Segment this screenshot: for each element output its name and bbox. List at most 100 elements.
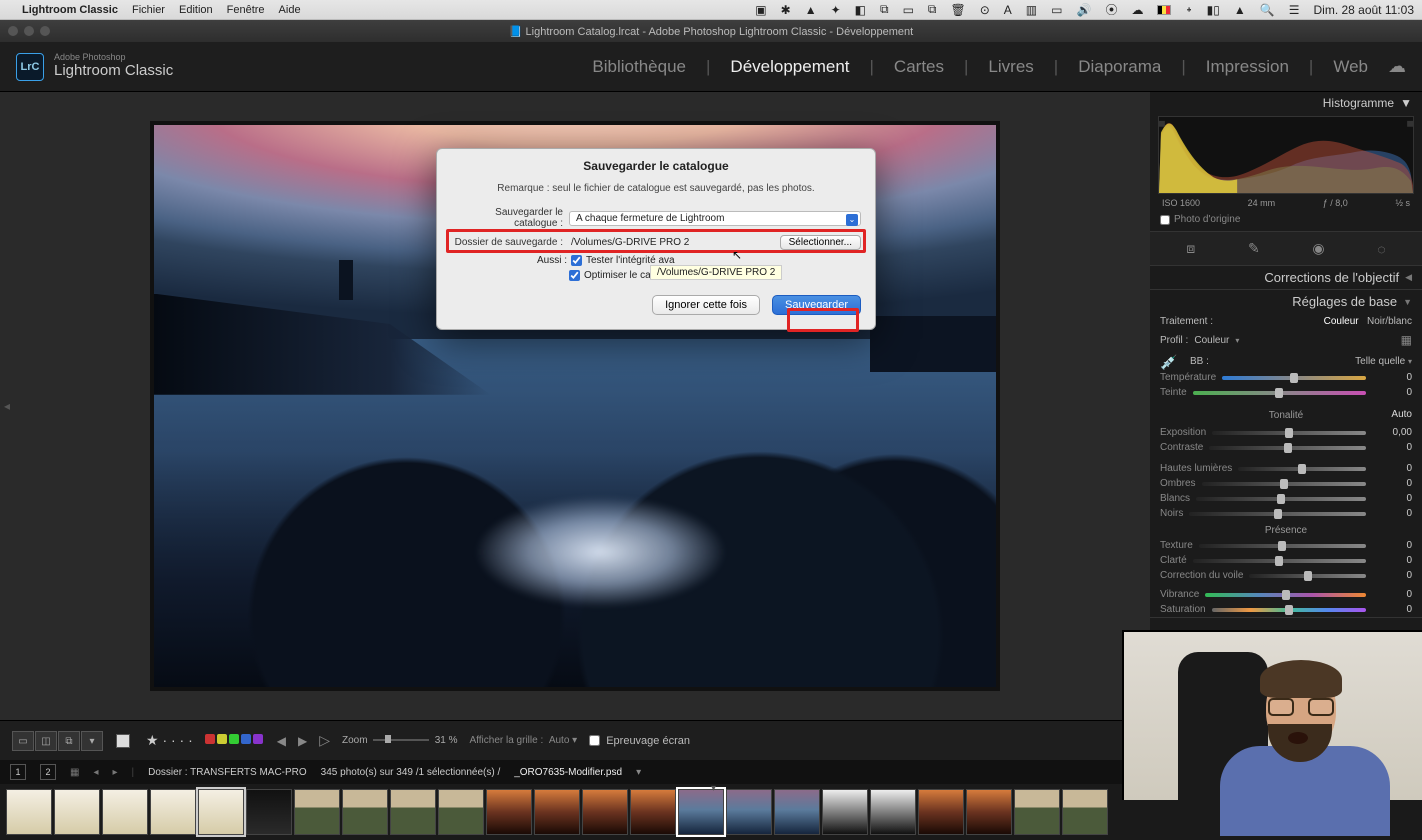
secondary-display-2[interactable]: 2: [40, 764, 56, 780]
crop-tool-icon[interactable]: ⧈: [1186, 240, 1195, 257]
module-developpement[interactable]: Développement: [730, 57, 849, 77]
prev-photo-button[interactable]: ◀: [277, 734, 286, 748]
filmstrip-thumb[interactable]: [1014, 789, 1060, 835]
texture-slider[interactable]: [1199, 544, 1366, 548]
grid-view-icon[interactable]: ▦: [70, 767, 79, 778]
saturation-value[interactable]: 0: [1372, 604, 1412, 615]
status-icon[interactable]: ⊙: [980, 3, 990, 17]
filmstrip-thumb[interactable]: [102, 789, 148, 835]
profile-value[interactable]: Couleur: [1194, 335, 1229, 346]
dropdown-icon[interactable]: ▾: [1408, 357, 1412, 366]
menu-edit[interactable]: Edition: [179, 4, 213, 16]
heal-tool-icon[interactable]: ✎: [1248, 240, 1260, 257]
app-menu[interactable]: Lightroom Classic: [22, 4, 118, 16]
temperature-slider[interactable]: [1222, 376, 1366, 380]
highlights-slider[interactable]: [1238, 467, 1366, 471]
chevron-down-icon[interactable]: ▼: [1403, 297, 1412, 307]
dropdown-icon[interactable]: ▾: [1235, 336, 1239, 345]
exposure-value[interactable]: 0,00: [1372, 427, 1412, 438]
texture-value[interactable]: 0: [1372, 540, 1412, 551]
filmstrip-thumb[interactable]: [822, 789, 868, 835]
filmstrip-thumb[interactable]: [966, 789, 1012, 835]
backup-schedule-dropdown[interactable]: A chaque fermeture de Lightroom ⌄: [569, 211, 861, 226]
vibrance-value[interactable]: 0: [1372, 589, 1412, 600]
module-impression[interactable]: Impression: [1206, 57, 1289, 77]
menubar-clock[interactable]: Dim. 28 août 11:03: [1313, 3, 1414, 17]
dehaze-value[interactable]: 0: [1372, 570, 1412, 581]
profile-browser-icon[interactable]: ▦: [1401, 333, 1412, 347]
control-center-icon[interactable]: ☰: [1289, 3, 1300, 17]
before-after-icon[interactable]: [116, 734, 130, 748]
search-icon[interactable]: 🔍: [1260, 3, 1275, 17]
status-icon[interactable]: ▣: [755, 3, 766, 17]
menu-window[interactable]: Fenêtre: [227, 4, 265, 16]
filmstrip-thumb[interactable]: [390, 789, 436, 835]
status-icon[interactable]: A: [1004, 3, 1012, 17]
histogram-panel-title[interactable]: Histogramme: [1323, 96, 1394, 110]
window-controls[interactable]: [8, 26, 50, 36]
blacks-slider[interactable]: [1189, 512, 1366, 516]
clarity-slider[interactable]: [1193, 559, 1366, 563]
nav-back-icon[interactable]: ◂: [93, 767, 98, 778]
filmstrip-thumb[interactable]: [294, 789, 340, 835]
source-folder-label[interactable]: Dossier : TRANSFERTS MAC-PRO: [148, 767, 307, 778]
lens-corrections-title[interactable]: Corrections de l'objectif: [1264, 270, 1399, 285]
tint-value[interactable]: 0: [1372, 387, 1412, 398]
filmstrip-thumb[interactable]: [438, 789, 484, 835]
blacks-value[interactable]: 0: [1372, 508, 1412, 519]
test-integrity-checkbox[interactable]: [571, 255, 582, 266]
optimize-catalog-checkbox[interactable]: [569, 270, 580, 281]
module-web[interactable]: Web: [1333, 57, 1368, 77]
temperature-value[interactable]: 0: [1372, 372, 1412, 383]
whites-value[interactable]: 0: [1372, 493, 1412, 504]
module-diaporama[interactable]: Diaporama: [1078, 57, 1161, 77]
menu-help[interactable]: Aide: [279, 4, 301, 16]
filmstrip-thumb[interactable]: [1062, 789, 1108, 835]
filmstrip-thumb[interactable]: [246, 789, 292, 835]
module-cartes[interactable]: Cartes: [894, 57, 944, 77]
module-livres[interactable]: Livres: [988, 57, 1033, 77]
status-icon[interactable]: ✦: [831, 3, 841, 17]
zoom-slider[interactable]: [373, 739, 429, 741]
status-icon[interactable]: ⧉: [928, 2, 937, 17]
highlights-value[interactable]: 0: [1372, 463, 1412, 474]
secondary-display-1[interactable]: 1: [10, 764, 26, 780]
skip-backup-button[interactable]: Ignorer cette fois: [652, 295, 760, 315]
input-source-flag-icon[interactable]: [1157, 5, 1171, 15]
masking-tool-icon[interactable]: ◌: [1377, 241, 1385, 257]
filmstrip-thumb[interactable]: [726, 789, 772, 835]
filmstrip-thumb[interactable]: [582, 789, 628, 835]
filmstrip-thumb[interactable]: [774, 789, 820, 835]
wb-preset[interactable]: Telle quelle: [1355, 356, 1405, 367]
redeye-tool-icon[interactable]: ◉: [1312, 240, 1324, 257]
status-icon[interactable]: ◧: [855, 3, 866, 17]
battery-icon[interactable]: ▮▯: [1207, 3, 1220, 17]
filmstrip-thumb[interactable]: [54, 789, 100, 835]
chevron-down-icon[interactable]: ▼: [1400, 96, 1412, 110]
cloud-sync-icon[interactable]: ☁: [1388, 56, 1406, 77]
clarity-value[interactable]: 0: [1372, 555, 1412, 566]
whites-slider[interactable]: [1196, 497, 1366, 501]
contrast-slider[interactable]: [1209, 446, 1366, 450]
vibrance-slider[interactable]: [1205, 593, 1366, 597]
status-icon[interactable]: ⦿: [1105, 1, 1117, 18]
filmstrip-thumb[interactable]: [918, 789, 964, 835]
grid-overlay-mode[interactable]: Auto: [549, 735, 570, 746]
menu-file[interactable]: Fichier: [132, 4, 165, 16]
status-icon[interactable]: ▭: [903, 3, 914, 17]
shadows-slider[interactable]: [1202, 482, 1366, 486]
filmstrip-thumb-current[interactable]: [678, 789, 724, 835]
current-filename[interactable]: _ORO7635-Modifier.psd: [514, 767, 622, 778]
status-icon[interactable]: ☁: [1131, 3, 1143, 17]
chevron-left-icon[interactable]: ◀: [1405, 272, 1412, 283]
filmstrip-thumb[interactable]: [630, 789, 676, 835]
status-icon[interactable]: ✱: [781, 3, 791, 17]
histogram-display[interactable]: [1158, 116, 1414, 194]
exposure-slider[interactable]: [1212, 431, 1366, 435]
color-labels[interactable]: [205, 734, 265, 747]
rating-star[interactable]: ★ · · · ·: [146, 732, 193, 749]
bluetooth-icon[interactable]: ᛭: [1185, 3, 1192, 17]
status-icon[interactable]: ▭: [1051, 3, 1062, 17]
play-slideshow-button[interactable]: ▷: [319, 732, 330, 749]
saturation-slider[interactable]: [1212, 608, 1366, 612]
